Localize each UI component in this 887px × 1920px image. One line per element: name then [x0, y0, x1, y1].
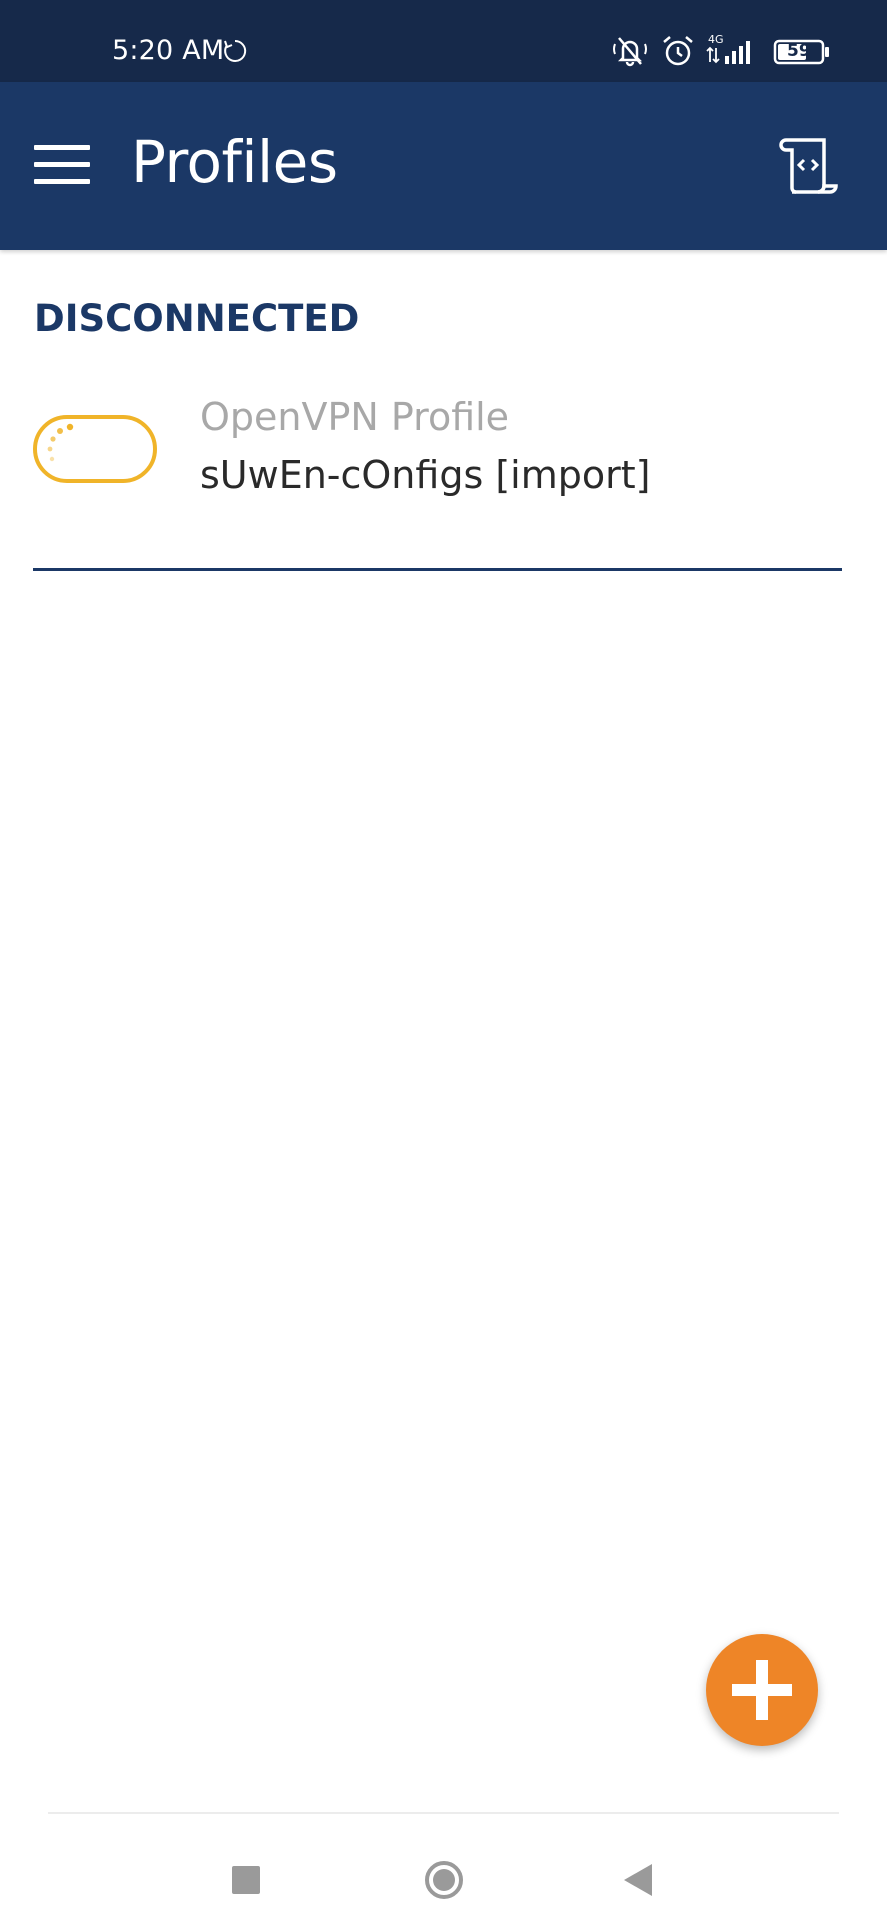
- home-circle-icon[interactable]: [424, 1860, 464, 1900]
- app-bar: Profiles: [0, 82, 887, 250]
- page-title: Profiles: [131, 128, 338, 196]
- add-profile-button[interactable]: [706, 1634, 818, 1746]
- network-label: 4G: [708, 33, 724, 46]
- back-triangle-icon[interactable]: [622, 1862, 654, 1898]
- section-header-disconnected: DISCONNECTED: [34, 297, 360, 340]
- status-icons: 4G 59: [611, 32, 831, 70]
- profile-name-label: sUwEn-cOnfigs [import]: [200, 453, 651, 497]
- sync-icon: [224, 39, 247, 62]
- muted-bell-icon: [613, 37, 647, 67]
- status-time: 5:20 AM: [112, 35, 225, 66]
- profile-divider: [33, 568, 842, 571]
- signal-icon: 4G: [706, 33, 750, 64]
- alarm-icon: [663, 36, 693, 66]
- log-scroll-icon[interactable]: [776, 134, 844, 198]
- battery-level: 59: [787, 41, 811, 61]
- profiles-screen: 5:20 AM 4G 59 Profiles DISCONNECTED Open…: [0, 0, 887, 1920]
- recents-square-icon[interactable]: [232, 1866, 260, 1894]
- hamburger-menu-icon[interactable]: [28, 138, 92, 192]
- connection-toggle[interactable]: [32, 414, 158, 484]
- system-nav-bar: [0, 1814, 887, 1920]
- status-bar: 5:20 AM 4G 59: [0, 0, 887, 82]
- profile-type-label: OpenVPN Profile: [200, 395, 510, 439]
- profile-list-item[interactable]: OpenVPN Profile sUwEn-cOnfigs [import]: [0, 380, 887, 570]
